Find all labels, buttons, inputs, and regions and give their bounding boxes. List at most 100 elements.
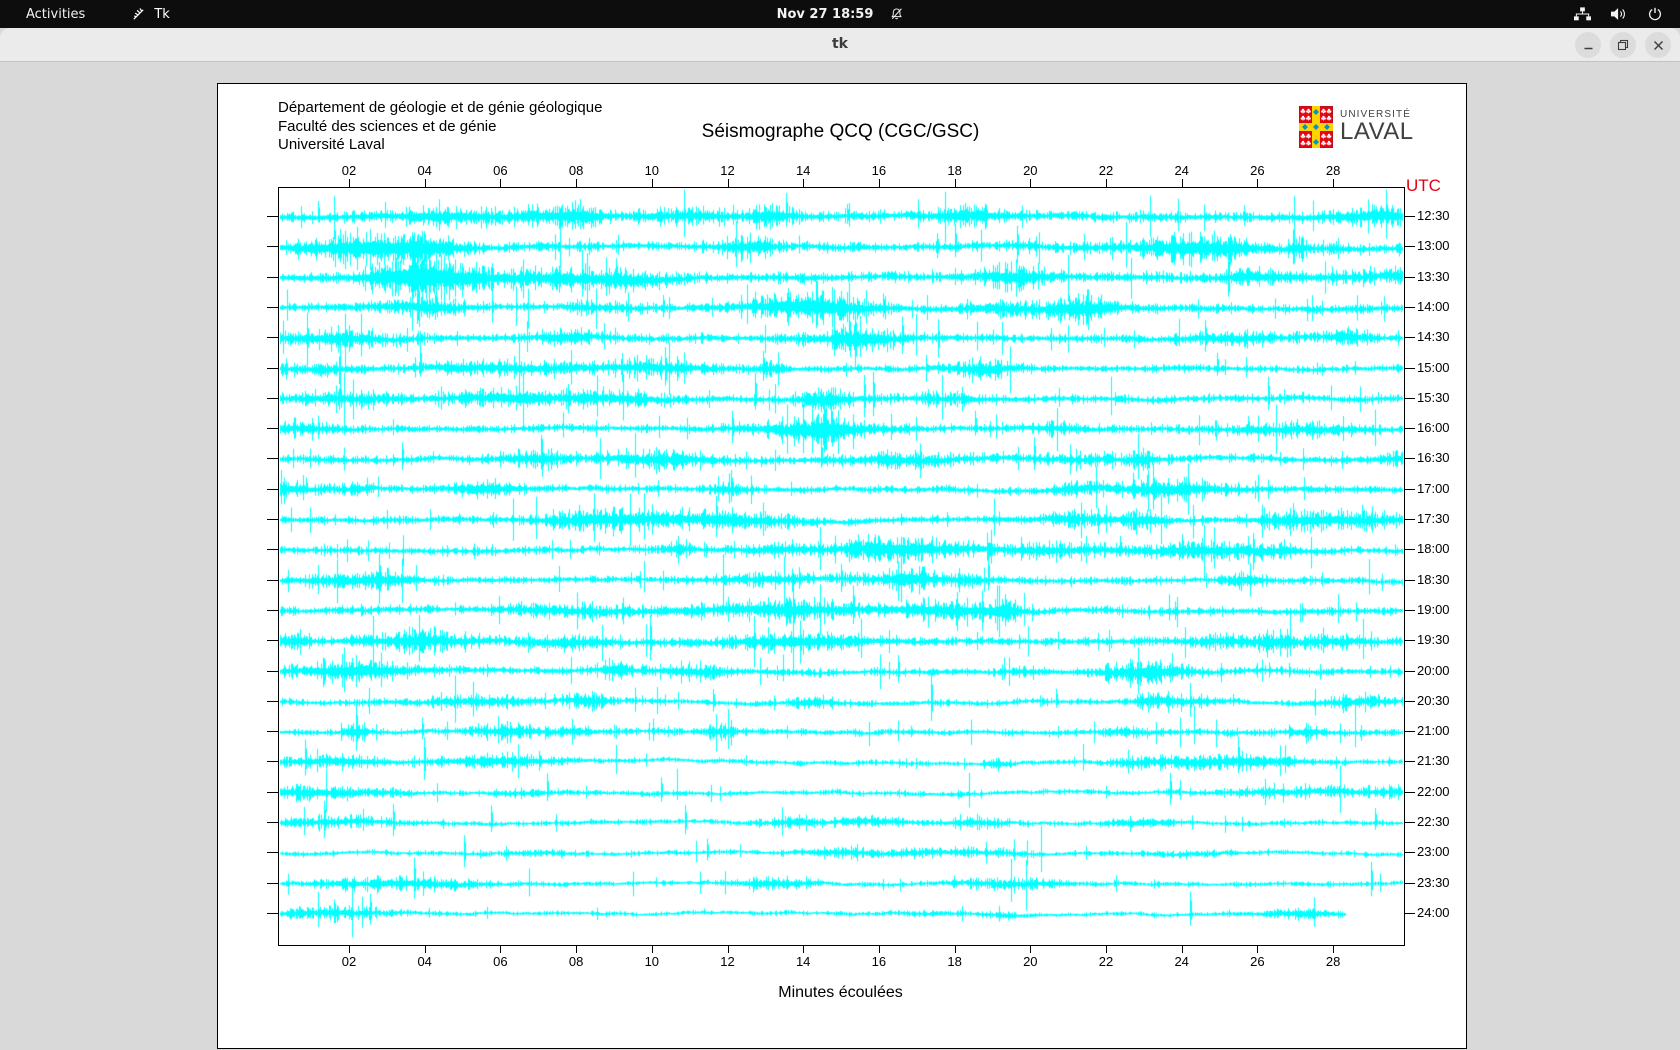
tick-mark bbox=[1030, 945, 1032, 953]
tick-mark bbox=[1106, 945, 1107, 953]
x-tick-label-top: 02 bbox=[341, 163, 357, 178]
tick-mark bbox=[1106, 179, 1107, 187]
minimize-button[interactable] bbox=[1575, 32, 1601, 58]
x-tick-label-bottom: 22 bbox=[1098, 954, 1114, 969]
tick-mark bbox=[267, 761, 278, 762]
plot-area bbox=[278, 187, 1405, 946]
time-label: 19:00 bbox=[1417, 602, 1450, 617]
time-label: 12:30 bbox=[1417, 208, 1450, 223]
tick-mark bbox=[424, 945, 426, 953]
time-label: 16:00 bbox=[1417, 420, 1450, 435]
tick-mark bbox=[1404, 913, 1415, 914]
time-label: 21:00 bbox=[1417, 723, 1450, 738]
time-label: 19:30 bbox=[1417, 632, 1450, 647]
system-status-area[interactable] bbox=[1574, 0, 1680, 28]
tick-mark bbox=[1404, 307, 1415, 308]
x-tick-label-top: 16 bbox=[871, 163, 887, 178]
tick-mark bbox=[267, 458, 278, 459]
x-tick-label-top: 28 bbox=[1325, 163, 1341, 178]
x-tick-label-bottom: 26 bbox=[1250, 954, 1265, 969]
tick-mark bbox=[878, 945, 880, 953]
x-tick-label-bottom: 28 bbox=[1325, 954, 1341, 969]
time-label: 17:00 bbox=[1417, 481, 1450, 496]
seismograph-frame: Département de géologie et de génie géol… bbox=[217, 83, 1467, 1049]
x-tick-label-top: 14 bbox=[795, 163, 811, 178]
tick-mark bbox=[267, 398, 278, 399]
tick-mark bbox=[1404, 822, 1415, 823]
dept-line-1: Département de géologie et de génie géol… bbox=[278, 99, 603, 116]
close-icon bbox=[1653, 40, 1663, 50]
x-tick-label-top: 24 bbox=[1174, 163, 1189, 178]
minimize-icon bbox=[1584, 47, 1592, 49]
tick-mark bbox=[1404, 883, 1415, 884]
tick-mark bbox=[1257, 945, 1259, 953]
tk-feather-icon bbox=[131, 7, 146, 22]
clock-menu[interactable]: Nov 27 18:59 bbox=[777, 0, 904, 28]
x-tick-label-bottom: 24 bbox=[1174, 954, 1189, 969]
time-label: 23:00 bbox=[1417, 844, 1450, 859]
tick-mark bbox=[1404, 701, 1415, 702]
close-button[interactable] bbox=[1645, 32, 1671, 58]
focused-app-indicator[interactable]: Tk bbox=[131, 7, 170, 22]
tick-mark bbox=[267, 368, 278, 369]
restore-icon bbox=[1617, 39, 1629, 51]
tick-mark bbox=[651, 945, 653, 953]
x-tick-label-bottom: 18 bbox=[947, 954, 962, 969]
x-tick-label-top: 12 bbox=[720, 163, 735, 178]
tick-mark bbox=[267, 489, 278, 490]
time-label: 20:00 bbox=[1417, 663, 1450, 678]
tick-mark bbox=[1404, 852, 1415, 853]
window-content: Département de géologie et de génie géol… bbox=[0, 62, 1680, 1050]
time-label: 18:00 bbox=[1417, 541, 1450, 556]
tick-mark bbox=[1181, 179, 1183, 187]
tick-mark bbox=[349, 179, 350, 187]
time-label: 13:30 bbox=[1417, 269, 1450, 284]
tick-mark bbox=[267, 337, 278, 338]
tick-mark bbox=[803, 945, 805, 953]
laval-shield-icon bbox=[1299, 106, 1333, 148]
x-tick-label-bottom: 04 bbox=[417, 954, 432, 969]
tick-mark bbox=[878, 179, 880, 187]
tick-mark bbox=[500, 179, 502, 187]
x-tick-label-bottom: 16 bbox=[871, 954, 887, 969]
tick-mark bbox=[727, 179, 729, 187]
tick-mark bbox=[576, 945, 578, 953]
x-tick-label-bottom: 14 bbox=[795, 954, 811, 969]
tick-mark bbox=[267, 277, 278, 278]
network-icon bbox=[1574, 7, 1591, 21]
tick-mark bbox=[267, 822, 278, 823]
tick-mark bbox=[1181, 945, 1183, 953]
tick-mark bbox=[1404, 458, 1415, 459]
x-tick-label-top: 08 bbox=[568, 163, 584, 178]
tick-mark bbox=[954, 945, 956, 953]
tick-mark bbox=[267, 640, 278, 641]
tick-mark bbox=[267, 519, 278, 520]
x-tick-label-top: 22 bbox=[1098, 163, 1114, 178]
x-axis-label: Minutes écoulées bbox=[778, 984, 903, 1001]
volume-icon bbox=[1611, 7, 1628, 21]
activities-button[interactable]: Activities bbox=[20, 6, 91, 23]
restore-button[interactable] bbox=[1610, 32, 1636, 58]
tick-mark bbox=[651, 179, 653, 187]
time-label: 13:00 bbox=[1417, 238, 1450, 253]
x-tick-label-top: 10 bbox=[644, 163, 660, 178]
time-label: 16:30 bbox=[1417, 450, 1450, 465]
tick-mark bbox=[1404, 549, 1415, 550]
x-tick-label-top: 04 bbox=[417, 163, 432, 178]
window-titlebar[interactable]: tk bbox=[0, 28, 1680, 62]
clock-label: Nov 27 18:59 bbox=[776, 6, 874, 22]
tick-mark bbox=[349, 945, 350, 953]
utc-label: UTC bbox=[1406, 176, 1441, 195]
tick-mark bbox=[267, 580, 278, 581]
tick-mark bbox=[267, 428, 278, 429]
tick-mark bbox=[424, 179, 426, 187]
tick-mark bbox=[267, 610, 278, 611]
time-label: 22:00 bbox=[1417, 784, 1450, 799]
time-label: 20:30 bbox=[1417, 693, 1450, 708]
notifications-muted-icon bbox=[889, 7, 903, 21]
time-label: 14:30 bbox=[1417, 329, 1450, 344]
tick-mark bbox=[1404, 246, 1415, 247]
tick-mark bbox=[1404, 368, 1415, 369]
tick-mark bbox=[1333, 179, 1335, 187]
top-bar: Activities Tk Nov 27 18:59 bbox=[0, 0, 1680, 28]
